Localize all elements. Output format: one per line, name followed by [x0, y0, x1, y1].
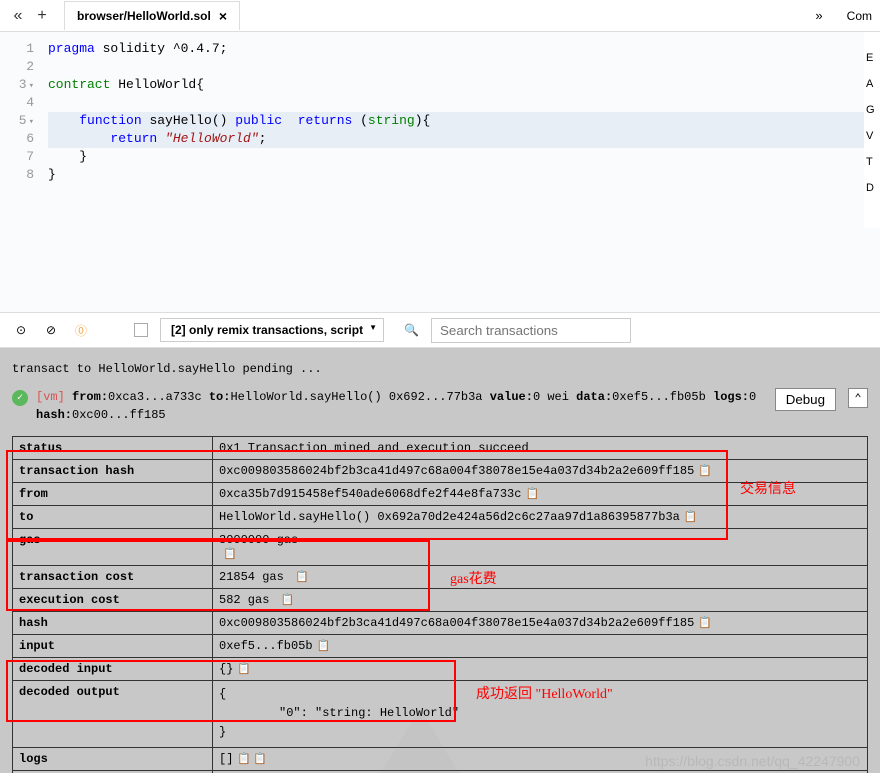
- clear-icon[interactable]: ⊘: [42, 321, 60, 339]
- collapse-icon[interactable]: ⌃: [848, 388, 868, 408]
- console-panel: transact to HelloWorld.sayHello pending …: [0, 348, 880, 773]
- code-line[interactable]: function sayHello() public returns (stri…: [48, 112, 880, 130]
- code-line[interactable]: }: [48, 166, 880, 184]
- row-value: 3000000 gas📋: [213, 529, 868, 566]
- right-label: Com: [847, 9, 872, 23]
- row-key: execution cost: [13, 589, 213, 612]
- debug-button[interactable]: Debug: [775, 388, 836, 411]
- line-number: 2: [0, 58, 34, 76]
- table-row: toHelloWorld.sayHello() 0x692a70d2e424a5…: [13, 506, 868, 529]
- copy-icon[interactable]: 📋: [237, 752, 249, 764]
- code-line[interactable]: }: [48, 148, 880, 166]
- gutter: 123▾4⚠5▾678: [0, 32, 40, 312]
- editor-tab[interactable]: browser/HelloWorld.sol ×: [64, 1, 240, 30]
- row-value: {"0": "string: HelloWorld"}: [213, 681, 868, 748]
- row-value: 0xca35b7d915458ef540ade6068dfe2f44e8fa73…: [213, 483, 868, 506]
- table-row: transaction cost21854 gas 📋: [13, 566, 868, 589]
- collapse-icon[interactable]: ⊙: [12, 321, 30, 339]
- row-key: logs: [13, 747, 213, 770]
- table-row: decoded input{}📋: [13, 658, 868, 681]
- line-number: 6: [0, 130, 34, 148]
- row-key: gas: [13, 529, 213, 566]
- row-key: input: [13, 635, 213, 658]
- nav-fwd-icon[interactable]: »: [815, 8, 826, 23]
- copy-icon[interactable]: 📋: [223, 547, 235, 559]
- table-row: gas3000000 gas📋: [13, 529, 868, 566]
- right-panel-item[interactable]: V: [866, 130, 878, 142]
- search-icon: 🔍: [404, 323, 419, 337]
- top-bar: « + browser/HelloWorld.sol × » Com: [0, 0, 880, 32]
- fold-icon[interactable]: ▾: [29, 81, 34, 91]
- row-value: 582 gas 📋: [213, 589, 868, 612]
- transaction-summary: [vm] from:0xca3...a733c to:HelloWorld.sa…: [36, 388, 759, 424]
- line-number: 8: [0, 166, 34, 184]
- row-key: hash: [13, 612, 213, 635]
- row-value: 0xc009803586024bf2b3ca41d497c68a004f3807…: [213, 460, 868, 483]
- row-key: from: [13, 483, 213, 506]
- table-row: status0x1 Transaction mined and executio…: [13, 437, 868, 460]
- line-number: 1: [0, 40, 34, 58]
- copy-icon[interactable]: 📋: [525, 487, 537, 499]
- row-key: decoded input: [13, 658, 213, 681]
- row-value: {}📋: [213, 658, 868, 681]
- row-key: to: [13, 506, 213, 529]
- success-check-icon: ✓: [12, 390, 28, 406]
- table-row: execution cost582 gas 📋: [13, 589, 868, 612]
- table-row: transaction hash0xc009803586024bf2b3ca41…: [13, 460, 868, 483]
- code-area[interactable]: pragma solidity ^0.4.7; contract HelloWor…: [40, 32, 880, 312]
- right-panel-item[interactable]: T: [866, 156, 878, 168]
- code-line[interactable]: contract HelloWorld{: [48, 76, 880, 94]
- table-row: from0xca35b7d915458ef540ade6068dfe2f44e8…: [13, 483, 868, 506]
- row-value: 0xc009803586024bf2b3ca41d497c68a004f3807…: [213, 612, 868, 635]
- filter-checkbox[interactable]: [134, 323, 148, 337]
- row-key: status: [13, 437, 213, 460]
- copy-icon[interactable]: 📋: [281, 593, 293, 605]
- pending-message: transact to HelloWorld.sayHello pending …: [12, 356, 868, 382]
- search-input[interactable]: [431, 318, 631, 343]
- copy-icon[interactable]: 📋: [698, 616, 710, 628]
- fold-icon[interactable]: ▾: [29, 117, 34, 127]
- line-number: 3▾: [0, 76, 34, 94]
- code-line[interactable]: return "HelloWorld";: [48, 130, 880, 148]
- watermark-text: https://blog.csdn.net/qq_42247900: [645, 753, 860, 769]
- transaction-details-table: status0x1 Transaction mined and executio…: [12, 436, 868, 773]
- copy-icon[interactable]: 📋: [237, 662, 249, 674]
- line-number: ⚠5▾: [0, 112, 34, 130]
- code-line[interactable]: [48, 94, 880, 112]
- table-row: input0xef5...fb05b📋: [13, 635, 868, 658]
- row-value: 0xef5...fb05b📋: [213, 635, 868, 658]
- vm-tag: [vm]: [36, 390, 65, 404]
- console-toolbar: ⊙ ⊘ ⓪ [2] only remix transactions, scrip…: [0, 312, 880, 348]
- filter-dropdown[interactable]: [2] only remix transactions, script: [160, 318, 384, 342]
- code-line[interactable]: [48, 58, 880, 76]
- pending-badge-icon[interactable]: ⓪: [72, 321, 90, 339]
- row-value: HelloWorld.sayHello() 0x692a70d2e424a56d…: [213, 506, 868, 529]
- table-row: hash0xc009803586024bf2b3ca41d497c68a004f…: [13, 612, 868, 635]
- transaction-header: ✓ [vm] from:0xca3...a733c to:HelloWorld.…: [12, 382, 868, 430]
- copy-icon[interactable]: 📋: [684, 510, 696, 522]
- right-panel-item[interactable]: D: [866, 182, 878, 194]
- right-panel-item[interactable]: G: [866, 104, 878, 116]
- row-key: transaction hash: [13, 460, 213, 483]
- copy-icon[interactable]: 📋: [295, 570, 307, 582]
- code-line[interactable]: pragma solidity ^0.4.7;: [48, 40, 880, 58]
- nav-prev-icon[interactable]: «: [8, 6, 28, 26]
- right-panel: E A G V T D: [864, 32, 880, 228]
- code-editor[interactable]: 123▾4⚠5▾678 pragma solidity ^0.4.7; contr…: [0, 32, 880, 312]
- copy-icon[interactable]: 📋: [698, 464, 710, 476]
- close-icon[interactable]: ×: [219, 8, 227, 24]
- row-value: 21854 gas 📋: [213, 566, 868, 589]
- row-key: decoded output: [13, 681, 213, 748]
- table-row: decoded output{"0": "string: HelloWorld"…: [13, 681, 868, 748]
- copy-icon[interactable]: 📋: [317, 639, 329, 651]
- line-number: 7: [0, 148, 34, 166]
- nav-add-icon[interactable]: +: [32, 6, 52, 26]
- row-value: 0x1 Transaction mined and execution succ…: [213, 437, 868, 460]
- right-panel-item[interactable]: E: [866, 52, 878, 64]
- row-key: transaction cost: [13, 566, 213, 589]
- right-panel-item[interactable]: A: [866, 78, 878, 90]
- tab-label: browser/HelloWorld.sol: [77, 9, 211, 23]
- copy-icon[interactable]: 📋: [253, 752, 265, 764]
- line-number: 4: [0, 94, 34, 112]
